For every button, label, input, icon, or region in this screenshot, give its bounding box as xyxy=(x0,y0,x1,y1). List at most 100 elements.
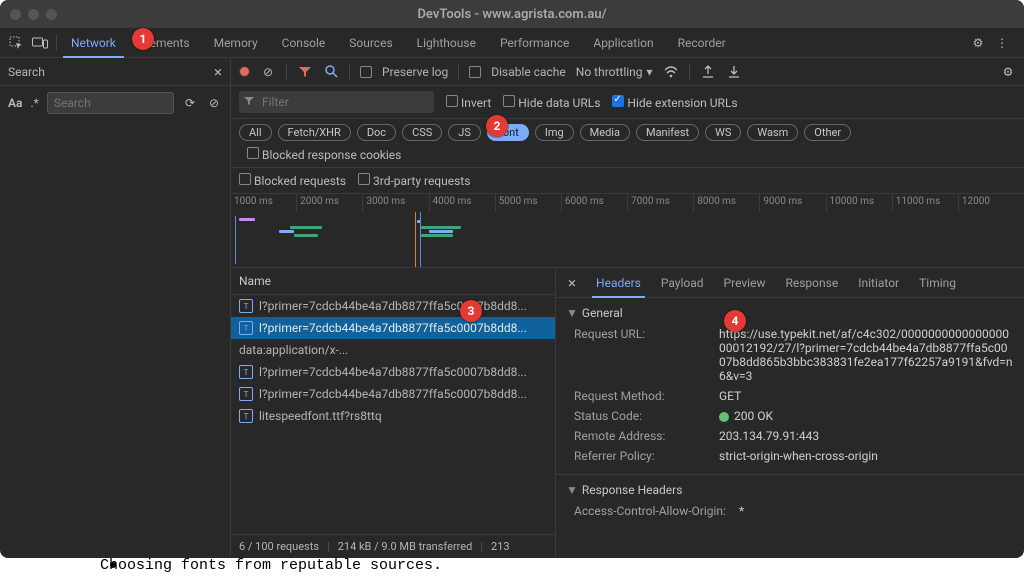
font-file-icon: T xyxy=(239,321,253,335)
tab-console[interactable]: Console xyxy=(270,28,338,58)
general-section[interactable]: ▼General xyxy=(556,302,1024,324)
throttling-select[interactable]: No throttling▾ xyxy=(576,65,653,79)
detail-tab-response[interactable]: Response xyxy=(775,268,848,298)
type-filter-manifest[interactable]: Manifest xyxy=(636,124,699,141)
hide-data-urls-checkbox[interactable] xyxy=(503,95,515,107)
timeline-tick: 1000 ms xyxy=(231,194,296,212)
timeline-tick: 2000 ms xyxy=(296,194,362,212)
timeline-overview[interactable]: 1000 ms2000 ms3000 ms4000 ms5000 ms6000 … xyxy=(231,194,1024,268)
regex-toggle[interactable]: .* xyxy=(30,96,38,110)
name-column-header[interactable]: Name xyxy=(231,268,555,295)
blocked-req-label: Blocked requests xyxy=(254,174,346,188)
clear-log-icon[interactable]: ⊘ xyxy=(260,64,276,80)
tab-network[interactable]: Network xyxy=(59,28,128,58)
font-file-icon: T xyxy=(239,365,253,379)
hide-ext-urls-label: Hide extension URLs xyxy=(627,96,737,110)
timeline-tick: 7000 ms xyxy=(627,194,693,212)
close-detail-icon[interactable]: × xyxy=(560,274,584,292)
clear-icon[interactable]: ⊘ xyxy=(206,95,222,111)
match-case-toggle[interactable]: Aa xyxy=(8,96,22,110)
type-filter-other[interactable]: Other xyxy=(804,124,851,141)
network-settings-icon[interactable]: ⚙ xyxy=(1000,64,1016,80)
import-icon[interactable] xyxy=(700,64,716,80)
request-row[interactable]: Tl?primer=7cdcb44be4a7db8877ffa5c0007b8d… xyxy=(231,295,555,317)
resource-size: 213 xyxy=(491,540,510,553)
request-row[interactable]: Tl?primer=7cdcb44be4a7db8877ffa5c0007b8d… xyxy=(231,383,555,405)
request-method-value: GET xyxy=(719,389,1014,403)
disable-cache-checkbox[interactable] xyxy=(469,66,481,78)
response-headers-section[interactable]: ▼Response Headers xyxy=(556,474,1024,501)
acao-value: * xyxy=(739,504,1014,518)
third-party-checkbox[interactable] xyxy=(358,173,370,185)
network-conditions-icon[interactable] xyxy=(663,64,679,80)
type-filter-js[interactable]: JS xyxy=(448,124,481,141)
type-filter-css[interactable]: CSS xyxy=(402,124,442,141)
minimize-window-dot[interactable] xyxy=(28,9,39,20)
acao-key: Access-Control-Allow-Origin: xyxy=(574,504,739,518)
request-name: l?primer=7cdcb44be4a7db8877ffa5c0007b8dd… xyxy=(259,299,527,313)
timeline-tick: 12000 xyxy=(958,194,1024,212)
timeline-tick: 3000 ms xyxy=(362,194,428,212)
close-search-icon[interactable]: × xyxy=(214,63,222,81)
hide-ext-urls-checkbox[interactable] xyxy=(612,95,624,107)
tab-recorder[interactable]: Recorder xyxy=(666,28,738,58)
font-file-icon: T xyxy=(239,387,253,401)
more-icon[interactable]: ⋮ xyxy=(994,35,1010,51)
annotation-badge-4: 4 xyxy=(724,310,746,332)
tab-performance[interactable]: Performance xyxy=(488,28,581,58)
request-list: Name Tl?primer=7cdcb44be4a7db8877ffa5c00… xyxy=(231,268,556,558)
type-filter-wasm[interactable]: Wasm xyxy=(747,124,798,141)
remote-address-value: 203.134.79.91:443 xyxy=(719,429,1014,443)
detail-tab-payload[interactable]: Payload xyxy=(651,268,714,298)
request-row[interactable]: Tl?primer=7cdcb44be4a7db8877ffa5c0007b8d… xyxy=(231,361,555,383)
font-file-icon: T xyxy=(239,409,253,423)
request-row[interactable]: data:application/x-... xyxy=(231,339,555,361)
request-method-key: Request Method: xyxy=(574,389,719,403)
blocked-cookies-checkbox[interactable] xyxy=(247,147,259,159)
type-filter-fetch-xhr[interactable]: Fetch/XHR xyxy=(278,124,351,141)
tab-memory[interactable]: Memory xyxy=(202,28,270,58)
request-name: data:application/x-... xyxy=(239,343,348,357)
preserve-log-checkbox[interactable] xyxy=(360,66,372,78)
filter-icon[interactable] xyxy=(297,64,313,80)
network-toolbar: ⊘ Preserve log Disable cache No throttli… xyxy=(231,58,1024,86)
window-controls xyxy=(10,9,57,20)
invert-checkbox[interactable] xyxy=(446,95,458,107)
search-icon[interactable] xyxy=(323,64,339,80)
request-name: l?primer=7cdcb44be4a7db8877ffa5c0007b8dd… xyxy=(259,387,527,401)
status-code-value: 200 OK xyxy=(719,409,1014,423)
annotation-badge-3: 3 xyxy=(460,300,482,322)
annotation-badge-1: 1 xyxy=(132,28,154,50)
type-filter-ws[interactable]: WS xyxy=(705,124,741,141)
type-filter-doc[interactable]: Doc xyxy=(357,124,396,141)
type-filter-img[interactable]: Img xyxy=(535,124,574,141)
tab-lighthouse[interactable]: Lighthouse xyxy=(405,28,488,58)
request-row[interactable]: Tl?primer=7cdcb44be4a7db8877ffa5c0007b8d… xyxy=(231,317,555,339)
annotation-badge-2: 2 xyxy=(486,115,508,137)
blocked-req-checkbox[interactable] xyxy=(239,173,251,185)
detail-tab-headers[interactable]: Headers xyxy=(586,268,651,298)
detail-tab-preview[interactable]: Preview xyxy=(714,268,776,298)
tab-sources[interactable]: Sources xyxy=(337,28,404,58)
record-button[interactable] xyxy=(239,66,250,77)
search-input[interactable] xyxy=(47,92,174,114)
export-icon[interactable] xyxy=(726,64,742,80)
request-row[interactable]: Tlitespeedfont.ttf?rs8ttq xyxy=(231,405,555,427)
tab-application[interactable]: Application xyxy=(581,28,665,58)
request-url-value: https://use.typekit.net/af/c4c302/000000… xyxy=(719,327,1014,383)
type-filter-all[interactable]: All xyxy=(239,124,272,141)
main-tab-bar: NetworkElementsMemoryConsoleSourcesLight… xyxy=(0,28,1024,58)
close-window-dot[interactable] xyxy=(10,9,21,20)
zoom-window-dot[interactable] xyxy=(46,9,57,20)
devtools-window: DevTools - www.agrista.com.au/ NetworkEl… xyxy=(0,0,1024,558)
request-name: litespeedfont.ttf?rs8ttq xyxy=(259,409,382,423)
refresh-icon[interactable]: ⟳ xyxy=(182,95,198,111)
detail-tab-initiator[interactable]: Initiator xyxy=(848,268,909,298)
inspect-icon[interactable] xyxy=(8,35,24,51)
settings-gear-icon[interactable]: ⚙ xyxy=(970,35,986,51)
filter-input[interactable] xyxy=(239,91,434,113)
status-code-key: Status Code: xyxy=(574,409,719,423)
detail-tab-timing[interactable]: Timing xyxy=(909,268,966,298)
type-filter-media[interactable]: Media xyxy=(580,124,630,141)
device-icon[interactable] xyxy=(32,35,48,51)
